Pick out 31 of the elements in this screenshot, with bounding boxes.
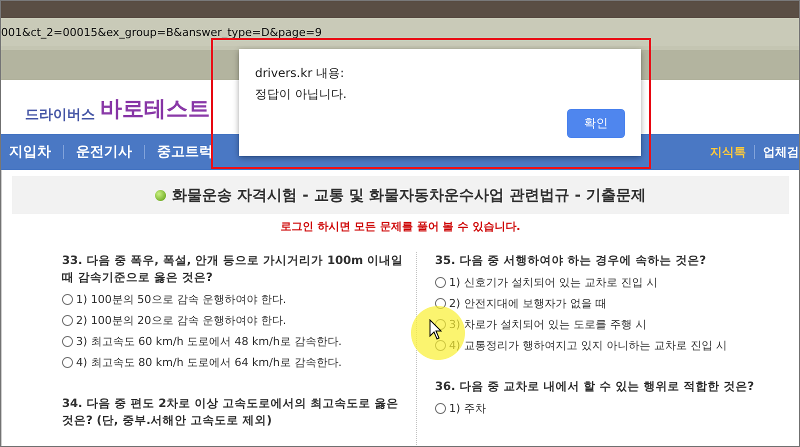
answer-option[interactable]: 3) 최고속도 60 km/h 도로에서 48 km/h로 감속한다.: [76, 334, 342, 349]
radio-button[interactable]: [62, 336, 73, 347]
ok-button[interactable]: 확인: [567, 109, 625, 138]
address-bar[interactable]: 001&ct_2=00015&ex_group=B&answer_type=D&page=9: [1, 18, 799, 46]
nav-link[interactable]: 업체검: [763, 144, 799, 160]
answer-option[interactable]: 2) 안전지대에 보행자가 없을 때: [449, 296, 606, 311]
nav-link[interactable]: 중고트럭: [157, 143, 213, 161]
question-text: 36. 다음 중 교차로 내에서 할 수 있는 행위로 적합한 것은?: [435, 378, 756, 395]
answer-option[interactable]: 2) 100분의 20으로 감속 운행하여야 한다.: [76, 313, 286, 328]
answer-option[interactable]: 1) 100분의 50으로 감속 운행하여야 한다.: [76, 292, 286, 307]
nav-link[interactable]: 지입차: [9, 143, 51, 161]
logo-subtitle[interactable]: 드라이버스: [25, 106, 95, 124]
answer-option[interactable]: 1) 신호기가 설치되어 있는 교차로 진입 시: [449, 275, 658, 290]
radio-button[interactable]: [435, 277, 446, 288]
question-text: 35. 다음 중 서행하여야 하는 경우에 속하는 것은?: [435, 252, 708, 269]
answer-option[interactable]: 1) 주차: [449, 401, 486, 416]
logo-title[interactable]: 바로테스트: [100, 94, 210, 124]
bullet-icon: [154, 190, 166, 200]
radio-button[interactable]: [62, 315, 73, 326]
question-text: 34. 다음 중 편도 2차로 이상 고속도로에서의 최고속도로 옳은 것은? (단, 중부.서해안 고속도로 제외): [62, 395, 400, 429]
radio-button[interactable]: [62, 294, 73, 305]
login-notice: 로그인 하시면 모든 문제를 풀어 볼 수 있습니다.: [280, 219, 522, 234]
nav-link[interactable]: 운전기사: [76, 143, 132, 161]
exam-title: 화물운송 자격시험 - 교통 및 화물자동차운수사업 관련법규 - 기출문제: [172, 186, 646, 204]
dialog-message: 정답이 아닙니다.: [255, 86, 348, 103]
radio-button[interactable]: [435, 403, 446, 414]
cursor-icon: [429, 319, 443, 341]
answer-option[interactable]: 4) 최고속도 80 km/h 도로에서 64 km/h로 감속한다.: [76, 355, 342, 370]
question-text: 33. 다음 중 폭우, 폭설, 안개 등으로 가시거리가 100m 이내일 때 감속기준으로 옳은 것은?: [62, 252, 404, 286]
radio-button[interactable]: [62, 357, 73, 368]
dialog-origin: drivers.kr 내용:: [255, 65, 346, 82]
